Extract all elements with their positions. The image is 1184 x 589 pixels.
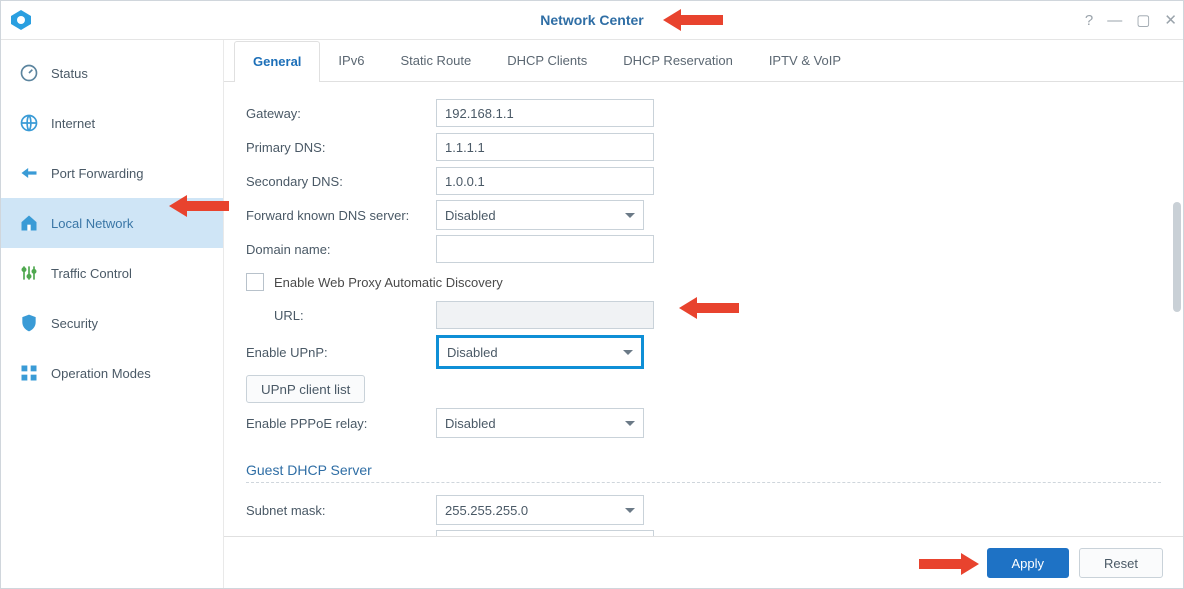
guest-dhcp-title: Guest DHCP Server xyxy=(246,462,1161,478)
footer: Apply Reset xyxy=(224,536,1183,589)
globe-icon xyxy=(19,113,39,133)
home-icon xyxy=(19,213,39,233)
sidebar-item-traffic-control[interactable]: Traffic Control xyxy=(1,248,223,298)
secondary-dns-label: Secondary DNS: xyxy=(246,174,436,189)
sidebar-item-label: Traffic Control xyxy=(51,266,132,281)
sidebar-item-security[interactable]: Security xyxy=(1,298,223,348)
minimize-icon[interactable]: — xyxy=(1107,12,1122,29)
sidebar-item-label: Status xyxy=(51,66,88,81)
grid-icon xyxy=(19,363,39,383)
shield-icon xyxy=(19,313,39,333)
reset-button[interactable]: Reset xyxy=(1079,548,1163,578)
pppoe-select[interactable]: Disabled xyxy=(436,408,644,438)
tab-dhcp-clients[interactable]: DHCP Clients xyxy=(489,41,605,81)
help-icon[interactable]: ? xyxy=(1085,12,1093,29)
primary-dns-input[interactable] xyxy=(436,133,654,161)
sidebar-item-local-network[interactable]: Local Network xyxy=(1,198,223,248)
forward-dns-select[interactable]: Disabled xyxy=(436,200,644,230)
wpad-url-label: URL: xyxy=(246,308,436,323)
domain-input[interactable] xyxy=(436,235,654,263)
form-area: Gateway: Primary DNS: Secondary DNS: For… xyxy=(224,82,1183,536)
chevron-down-icon xyxy=(625,421,635,426)
tab-bar: GeneralIPv6Static RouteDHCP ClientsDHCP … xyxy=(224,40,1183,82)
tab-ipv6[interactable]: IPv6 xyxy=(320,41,382,81)
sidebar-item-port-forwarding[interactable]: Port Forwarding xyxy=(1,148,223,198)
pppoe-value: Disabled xyxy=(445,416,496,431)
secondary-dns-input[interactable] xyxy=(436,167,654,195)
forward-dns-value: Disabled xyxy=(445,208,496,223)
sidebar-item-label: Port Forwarding xyxy=(51,166,143,181)
sidebar-item-label: Local Network xyxy=(51,216,133,231)
sidebar-item-label: Internet xyxy=(51,116,95,131)
tab-iptv-voip[interactable]: IPTV & VoIP xyxy=(751,41,859,81)
apply-button[interactable]: Apply xyxy=(987,548,1070,578)
titlebar: Network Center ? — ▢ ✕ xyxy=(1,1,1183,40)
tab-dhcp-reservation[interactable]: DHCP Reservation xyxy=(605,41,751,81)
content-pane: GeneralIPv6Static RouteDHCP ClientsDHCP … xyxy=(224,40,1183,589)
gauge-icon xyxy=(19,63,39,83)
start-ip-input[interactable] xyxy=(436,530,654,536)
sidebar-item-status[interactable]: Status xyxy=(1,48,223,98)
divider xyxy=(246,482,1161,483)
sidebar: Status Internet Port Forwarding Local Netwo… xyxy=(1,40,224,589)
upnp-client-list-button[interactable]: UPnP client list xyxy=(246,375,365,403)
sliders-icon xyxy=(19,263,39,283)
sidebar-item-label: Security xyxy=(51,316,98,331)
tab-general[interactable]: General xyxy=(234,41,320,82)
subnet-select[interactable]: 255.255.255.0 xyxy=(436,495,644,525)
scrollbar-thumb[interactable] xyxy=(1173,202,1181,312)
subnet-label: Subnet mask: xyxy=(246,503,436,518)
sidebar-item-operation-modes[interactable]: Operation Modes xyxy=(1,348,223,398)
maximize-icon[interactable]: ▢ xyxy=(1136,11,1150,29)
close-icon[interactable]: ✕ xyxy=(1164,11,1177,29)
gateway-label: Gateway: xyxy=(246,106,436,121)
wpad-checkbox[interactable] xyxy=(246,273,264,291)
forward-dns-label: Forward known DNS server: xyxy=(246,208,436,223)
gateway-input[interactable] xyxy=(436,99,654,127)
chevron-down-icon xyxy=(625,213,635,218)
wpad-url-input xyxy=(436,301,654,329)
chevron-down-icon xyxy=(625,508,635,513)
window-title: Network Center xyxy=(1,12,1183,28)
forward-icon xyxy=(19,163,39,183)
primary-dns-label: Primary DNS: xyxy=(246,140,436,155)
app-icon xyxy=(9,8,33,32)
sidebar-item-label: Operation Modes xyxy=(51,366,151,381)
subnet-value: 255.255.255.0 xyxy=(445,503,528,518)
upnp-value: Disabled xyxy=(447,345,498,360)
pppoe-label: Enable PPPoE relay: xyxy=(246,416,436,431)
upnp-label: Enable UPnP: xyxy=(246,345,436,360)
chevron-down-icon xyxy=(623,350,633,355)
tab-static-route[interactable]: Static Route xyxy=(382,41,489,81)
upnp-select[interactable]: Disabled xyxy=(436,335,644,369)
domain-label: Domain name: xyxy=(246,242,436,257)
sidebar-item-internet[interactable]: Internet xyxy=(1,98,223,148)
window-controls: ? — ▢ ✕ xyxy=(1085,1,1177,39)
wpad-label: Enable Web Proxy Automatic Discovery xyxy=(274,275,503,290)
network-center-window: Network Center ? — ▢ ✕ Status Internet Por… xyxy=(0,0,1184,589)
